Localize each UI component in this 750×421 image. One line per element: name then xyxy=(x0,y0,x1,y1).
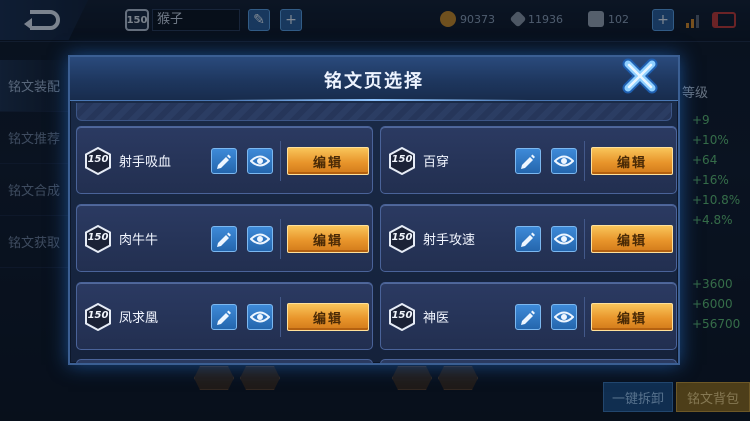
level-value: 150 xyxy=(391,232,413,243)
rename-button[interactable] xyxy=(211,148,237,174)
dialog-header: 铭文页选择 xyxy=(70,57,678,101)
rune-page-name: 神医 xyxy=(423,311,450,326)
eye-icon xyxy=(554,155,574,167)
eye-icon xyxy=(250,311,270,323)
edit-button[interactable]: 编辑 xyxy=(287,303,369,331)
rename-button[interactable] xyxy=(515,304,541,330)
close-x-icon xyxy=(622,58,658,94)
close-button[interactable] xyxy=(616,57,664,99)
level-badge: 150 xyxy=(388,303,416,331)
divider xyxy=(280,141,281,181)
eye-icon xyxy=(250,155,270,167)
rune-page-name: 射手攻速 xyxy=(423,233,476,248)
rune-page-card[interactable]: 150 肉牛牛 编辑 xyxy=(76,204,373,272)
divider xyxy=(584,297,585,337)
rune-page-card[interactable]: 150 射手吸血 编辑 xyxy=(76,126,373,194)
rune-page-card[interactable]: 150 射手攻速 编辑 xyxy=(380,204,677,272)
divider xyxy=(584,141,585,181)
eye-icon xyxy=(554,233,574,245)
preview-button[interactable] xyxy=(551,304,577,330)
level-badge: 150 xyxy=(84,225,112,253)
next-card-edge xyxy=(76,359,373,363)
rune-page-card[interactable]: 150 神医 编辑 xyxy=(380,282,677,350)
level-badge: 150 xyxy=(388,147,416,175)
dialog-title: 铭文页选择 xyxy=(324,71,424,92)
pencil-icon xyxy=(521,232,535,247)
rename-button[interactable] xyxy=(211,304,237,330)
preview-button[interactable] xyxy=(247,304,273,330)
eye-icon xyxy=(250,233,270,245)
divider xyxy=(280,297,281,337)
rune-page-list[interactable]: 150 射手吸血 编辑 150 百穿 编辑 150 肉牛牛 编辑 150 射手攻… xyxy=(76,101,677,363)
next-card-edge xyxy=(380,359,677,363)
level-value: 150 xyxy=(87,310,109,321)
rune-page-name: 凤求凰 xyxy=(119,311,159,326)
edit-button[interactable]: 编辑 xyxy=(591,147,673,175)
edit-button[interactable]: 编辑 xyxy=(287,225,369,253)
pencil-icon xyxy=(217,154,231,169)
eye-icon xyxy=(554,311,574,323)
rune-page-card[interactable]: 150 凤求凰 编辑 xyxy=(76,282,373,350)
edit-button[interactable]: 编辑 xyxy=(591,225,673,253)
list-scroll-top-edge xyxy=(76,103,672,121)
preview-button[interactable] xyxy=(551,226,577,252)
edit-button[interactable]: 编辑 xyxy=(591,303,673,331)
level-badge: 150 xyxy=(84,303,112,331)
rune-page-select-dialog: 铭文页选择 150 射手吸血 编辑 150 百穿 编辑 150 肉牛牛 编辑 1… xyxy=(68,55,680,365)
divider xyxy=(280,219,281,259)
rename-button[interactable] xyxy=(515,148,541,174)
rune-page-name: 肉牛牛 xyxy=(119,233,159,248)
level-value: 150 xyxy=(87,232,109,243)
rune-page-name: 百穿 xyxy=(423,155,450,170)
level-value: 150 xyxy=(391,154,413,165)
rune-page-name: 射手吸血 xyxy=(119,155,172,170)
rename-button[interactable] xyxy=(211,226,237,252)
pencil-icon xyxy=(217,310,231,325)
pencil-icon xyxy=(521,154,535,169)
rename-button[interactable] xyxy=(515,226,541,252)
rune-page-card[interactable]: 150 百穿 编辑 xyxy=(380,126,677,194)
edit-button[interactable]: 编辑 xyxy=(287,147,369,175)
level-badge: 150 xyxy=(388,225,416,253)
preview-button[interactable] xyxy=(247,226,273,252)
preview-button[interactable] xyxy=(247,148,273,174)
pencil-icon xyxy=(217,232,231,247)
level-value: 150 xyxy=(391,310,413,321)
pencil-icon xyxy=(521,310,535,325)
preview-button[interactable] xyxy=(551,148,577,174)
divider xyxy=(584,219,585,259)
level-badge: 150 xyxy=(84,147,112,175)
level-value: 150 xyxy=(87,154,109,165)
